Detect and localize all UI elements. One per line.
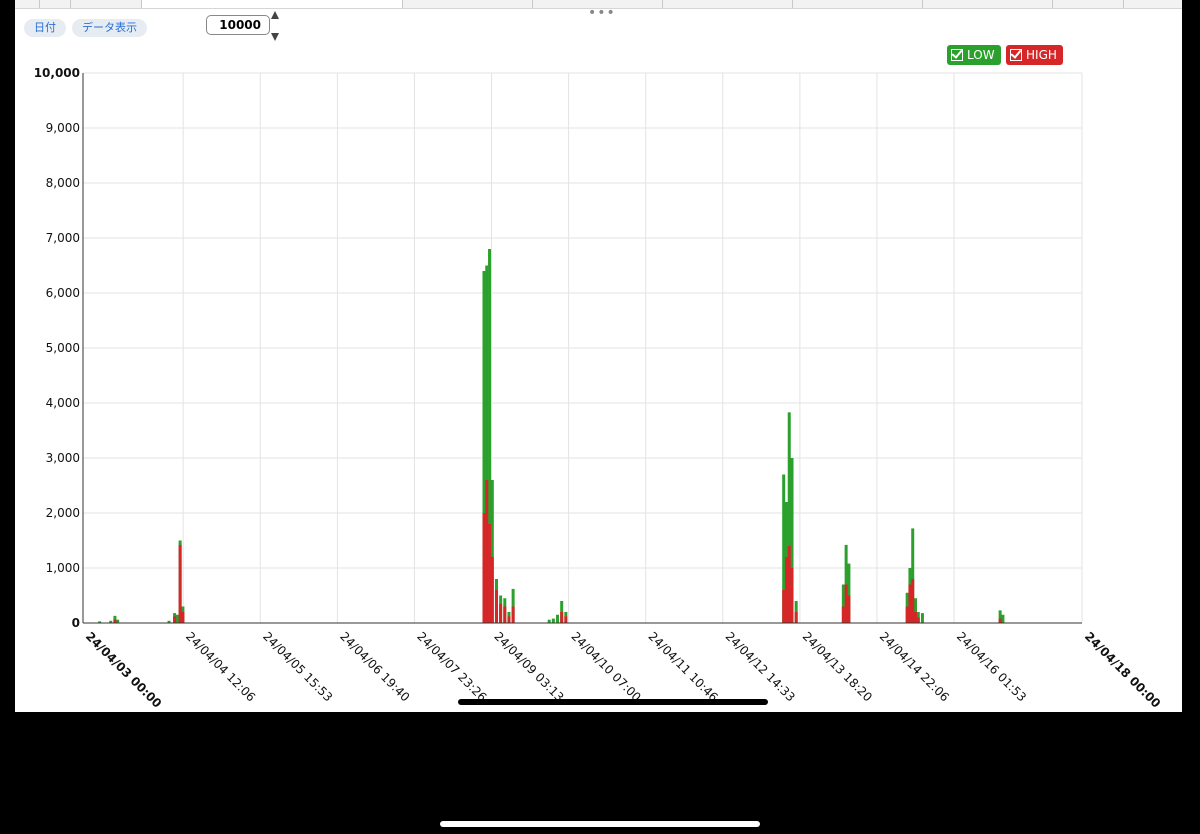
y-tick-label: 4,000 (46, 396, 80, 410)
x-tick-label: 24/04/06 19:40 (337, 629, 412, 704)
y-tick-label: 10,000 (34, 66, 80, 80)
home-indicator[interactable] (440, 821, 760, 827)
bar-high (178, 544, 182, 623)
y-tick-label: 3,000 (46, 451, 80, 465)
bar-high (908, 584, 912, 623)
bar-high (485, 480, 489, 623)
chart-grid (82, 72, 1083, 624)
bar-high (564, 616, 568, 623)
bar-high (905, 606, 909, 623)
y-tick-label: 2,000 (46, 506, 80, 520)
x-tick-label: 24/04/12 14:33 (723, 629, 798, 704)
bar-high (490, 557, 494, 623)
bar-low (551, 618, 555, 623)
bar-high (511, 606, 515, 623)
bar-high (998, 618, 1002, 623)
x-tick-label: 24/04/10 07:00 (569, 629, 644, 704)
bar-high (181, 612, 185, 623)
bar-high (844, 584, 848, 623)
y-tick-label: 7,000 (46, 231, 80, 245)
bar-high (916, 617, 920, 623)
bar-high (787, 546, 791, 623)
x-tick-label: 24/04/03 00:00 (83, 629, 164, 710)
bar-high (173, 616, 177, 623)
bar-low (556, 614, 560, 623)
y-tick-label: 0 (72, 616, 80, 630)
bar-high (847, 595, 851, 623)
x-tick-label: 24/04/14 22:06 (877, 629, 952, 704)
bar-low (920, 613, 924, 623)
bar-high (560, 612, 564, 623)
bar-high (784, 557, 788, 623)
bar-high (503, 606, 507, 623)
bar-low (1001, 614, 1005, 623)
series-high (113, 480, 1002, 623)
y-tick-label: 8,000 (46, 176, 80, 190)
y-tick-label: 9,000 (46, 121, 80, 135)
x-tick-label: 24/04/18 00:00 (1082, 629, 1163, 710)
bar-high (494, 590, 498, 623)
bar-high (482, 513, 486, 623)
x-tick-label: 24/04/05 15:53 (260, 629, 335, 704)
y-tick-label: 1,000 (46, 561, 80, 575)
app-panel: ••• 日付 データ表示 10000 LOW HIGH 0 1,000 2,000 3… (15, 0, 1182, 712)
x-tick-label: 24/04/16 01:53 (954, 629, 1029, 704)
time-series-chart: 0 1,000 2,000 3,000 4,000 5,000 6,000 7,000 8,00… (34, 66, 1164, 711)
bar-high (488, 524, 492, 623)
bar-low (175, 614, 179, 623)
series-low (98, 249, 1005, 623)
x-axis: 24/04/03 00:00 24/04/04 12:06 24/04/05 15:… (83, 622, 1163, 711)
bar-high (841, 606, 845, 623)
bar-high (499, 603, 503, 623)
bar-high (914, 612, 917, 623)
x-tick-label: 24/04/07 23:26 (414, 629, 489, 704)
x-tick-label: 24/04/11 10:46 (646, 629, 721, 704)
x-tick-label: 24/04/09 03:13 (491, 629, 566, 704)
bar-high (911, 579, 915, 623)
x-tick-label: 24/04/13 18:20 (800, 629, 875, 704)
y-tick-label: 5,000 (46, 341, 80, 355)
bar-high (782, 590, 786, 623)
home-indicator[interactable] (458, 699, 768, 705)
bar-high (507, 616, 511, 623)
y-axis: 0 1,000 2,000 3,000 4,000 5,000 6,000 7,000 8,00… (34, 66, 84, 630)
bar-high (794, 612, 798, 623)
x-tick-label: 24/04/04 12:06 (183, 629, 258, 704)
y-tick-label: 6,000 (46, 286, 80, 300)
bar-high (790, 568, 794, 623)
